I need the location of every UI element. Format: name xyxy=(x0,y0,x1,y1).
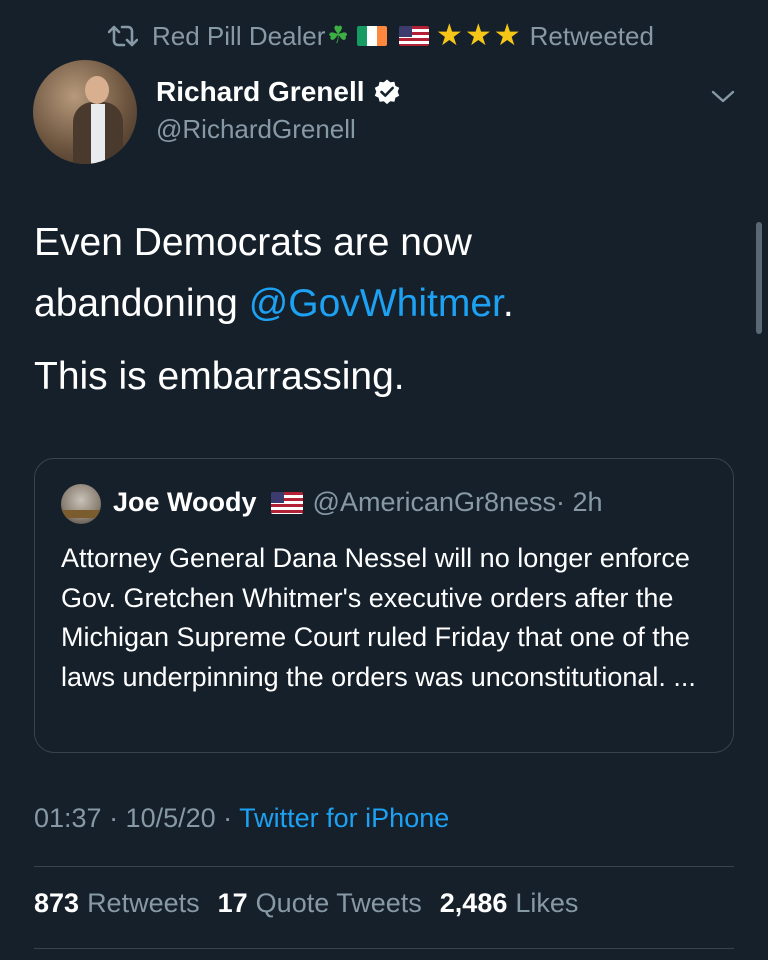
us-flag-icon xyxy=(398,26,429,46)
star-icon: ★ xyxy=(464,19,492,52)
us-flag-icon xyxy=(270,491,303,514)
shamrock-icon: ☘ xyxy=(327,22,349,49)
author-avatar[interactable] xyxy=(33,60,137,164)
ireland-flag-icon xyxy=(356,26,387,46)
quote-tweets-stat[interactable]: 17 Quote Tweets xyxy=(218,888,422,919)
avatar-banner xyxy=(61,510,101,518)
scrollbar[interactable] xyxy=(756,222,762,334)
tweet-text-period: . xyxy=(502,282,514,325)
retweets-label: Retweets xyxy=(87,888,200,918)
verified-badge-icon xyxy=(374,79,399,105)
quote-text: Attorney General Dana Nessel will no lon… xyxy=(61,543,696,692)
retweets-count: 873 xyxy=(34,888,80,918)
divider xyxy=(34,866,734,867)
source-link[interactable]: Twitter for iPhone xyxy=(239,803,449,833)
star-icon: ★ xyxy=(435,19,463,52)
quote-author-name: Joe Woody xyxy=(113,487,257,517)
avatar-figure-shirt xyxy=(91,104,105,164)
quoted-tweet-card[interactable]: Joe Woody @AmericanGr8ness · 2h Attorney… xyxy=(34,458,734,753)
star-icon: ★ xyxy=(493,19,521,52)
chevron-down-icon[interactable] xyxy=(708,84,738,108)
tweet-timestamp-line: 01:37 · 10/5/20 · Twitter for iPhone xyxy=(34,803,449,834)
retweeted-label: Retweeted xyxy=(529,20,654,51)
quote-tweets-count: 17 xyxy=(217,888,248,918)
likes-label: Likes xyxy=(515,888,579,918)
divider xyxy=(34,948,734,949)
author-name[interactable]: Richard Grenell xyxy=(156,76,401,108)
tweet-paragraph-1: Even Democrats are now abandoning @GovWh… xyxy=(34,212,734,334)
tweet-text-line-1: Even Democrats are now xyxy=(34,221,472,264)
tweet-text: Even Democrats are now abandoning @GovWh… xyxy=(34,212,734,419)
tweet-text-line-2: abandoning xyxy=(34,282,249,325)
quote-author-avatar xyxy=(61,484,101,524)
retweets-stat[interactable]: 873 Retweets xyxy=(34,888,200,919)
retweet-context[interactable]: Red Pill Dealer ☘ ★ ★ ★ Retweeted xyxy=(108,18,654,54)
retweet-icon xyxy=(108,25,138,47)
quote-author-handle: @AmericanGr8ness xyxy=(312,487,557,517)
tweet-timestamp: 01:37 · 10/5/20 · xyxy=(34,803,240,833)
quote-tweets-label: Quote Tweets xyxy=(255,888,422,918)
tweet-stats: 873 Retweets 17 Quote Tweets 2,486 Likes xyxy=(34,888,578,919)
mention-link[interactable]: @GovWhitmer xyxy=(249,282,503,325)
author-name-text[interactable]: Richard Grenell xyxy=(156,76,365,108)
likes-stat[interactable]: 2,486 Likes xyxy=(440,888,579,919)
retweeter-name[interactable]: Red Pill Dealer xyxy=(152,21,325,52)
quote-time: · 2h xyxy=(556,487,603,517)
author-handle[interactable]: @RichardGrenell xyxy=(156,114,356,145)
avatar-figure-head xyxy=(85,76,109,104)
likes-count: 2,486 xyxy=(439,888,508,918)
quote-header: Joe Woody @AmericanGr8ness · 2h xyxy=(113,487,603,518)
tweet-paragraph-2: This is embarrassing. xyxy=(34,355,405,398)
